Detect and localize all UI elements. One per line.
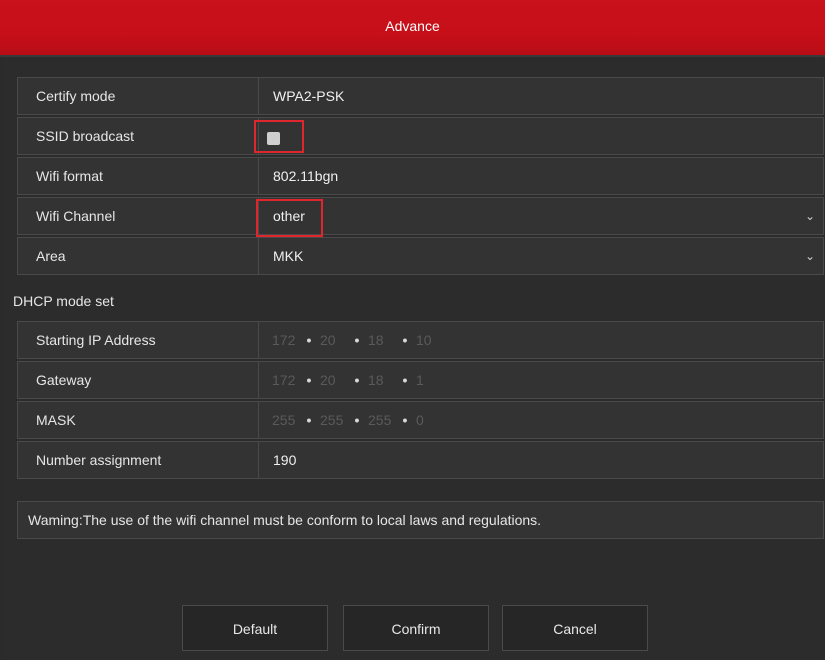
ip-separator-dot: • [354,372,360,388]
starting-ip-label: Starting IP Address [18,322,259,358]
ip-octet[interactable]: 172 [272,322,298,358]
mask-row: MASK 255 • 255 • 255 • 0 [17,401,824,439]
window-title: Advance [385,18,440,34]
ip-octet[interactable]: 20 [320,362,346,398]
chevron-down-icon[interactable]: ⌄ [805,198,815,234]
ip-octet[interactable]: 255 [272,402,298,438]
number-assignment-input[interactable]: 190 [260,442,823,478]
ip-octet[interactable]: 18 [368,362,394,398]
cancel-button[interactable]: Cancel [502,605,648,651]
ip-separator-dot: • [402,332,408,348]
certify-mode-label: Certify mode [18,78,259,114]
ip-octet[interactable]: 172 [272,362,298,398]
ip-octets: 255 • 255 • 255 • 0 [272,402,442,438]
wifi-channel-select[interactable]: other [260,198,823,234]
ip-separator-dot: • [306,332,312,348]
ssid-broadcast-label: SSID broadcast [18,118,259,154]
ip-octet[interactable]: 10 [416,322,442,358]
window-title-bar: Advance [0,0,825,57]
dhcp-section-title: DHCP mode set [13,293,114,309]
ip-octet[interactable]: 255 [320,402,346,438]
wifi-format-row: Wifi format 802.11bgn [17,157,824,195]
ip-separator-dot: • [402,372,408,388]
starting-ip-row: Starting IP Address 172 • 20 • 18 • 10 [17,321,824,359]
certify-mode-row: Certify mode WPA2-PSK [17,77,824,115]
gateway-field[interactable]: 172 • 20 • 18 • 1 [260,362,823,398]
starting-ip-field[interactable]: 172 • 20 • 18 • 10 [260,322,823,358]
mask-field[interactable]: 255 • 255 • 255 • 0 [260,402,823,438]
ip-octet[interactable]: 1 [416,362,442,398]
gateway-row: Gateway 172 • 20 • 18 • 1 [17,361,824,399]
warning-text: Waming:The use of the wifi channel must … [17,501,824,539]
ip-separator-dot: • [306,412,312,428]
wifi-channel-highlight [256,199,323,237]
certify-mode-value[interactable]: WPA2-PSK [260,78,823,114]
advance-panel: Certify mode WPA2-PSK SSID broadcast Wif… [5,57,824,660]
ip-separator-dot: • [306,372,312,388]
area-select[interactable]: MKK [260,238,823,274]
area-label: Area [18,238,259,274]
ip-octets: 172 • 20 • 18 • 10 [272,322,442,358]
confirm-button[interactable]: Confirm [343,605,489,651]
ssid-broadcast-highlight [254,120,304,153]
ip-octet[interactable]: 18 [368,322,394,358]
wifi-format-label: Wifi format [18,158,259,194]
ip-separator-dot: • [354,412,360,428]
number-assignment-row: Number assignment 190 [17,441,824,479]
wifi-channel-row: Wifi Channel other ⌄ [17,197,824,235]
ip-separator-dot: • [402,412,408,428]
ip-octet[interactable]: 255 [368,402,394,438]
ssid-broadcast-row: SSID broadcast [17,117,824,155]
ip-octet[interactable]: 20 [320,322,346,358]
ip-octet[interactable]: 0 [416,402,442,438]
chevron-down-icon[interactable]: ⌄ [805,238,815,274]
gateway-label: Gateway [18,362,259,398]
default-button[interactable]: Default [182,605,328,651]
ip-octets: 172 • 20 • 18 • 1 [272,362,442,398]
number-assignment-label: Number assignment [18,442,259,478]
wifi-channel-label: Wifi Channel [18,198,259,234]
mask-label: MASK [18,402,259,438]
wifi-format-value[interactable]: 802.11bgn [260,158,823,194]
area-row: Area MKK ⌄ [17,237,824,275]
ip-separator-dot: • [354,332,360,348]
